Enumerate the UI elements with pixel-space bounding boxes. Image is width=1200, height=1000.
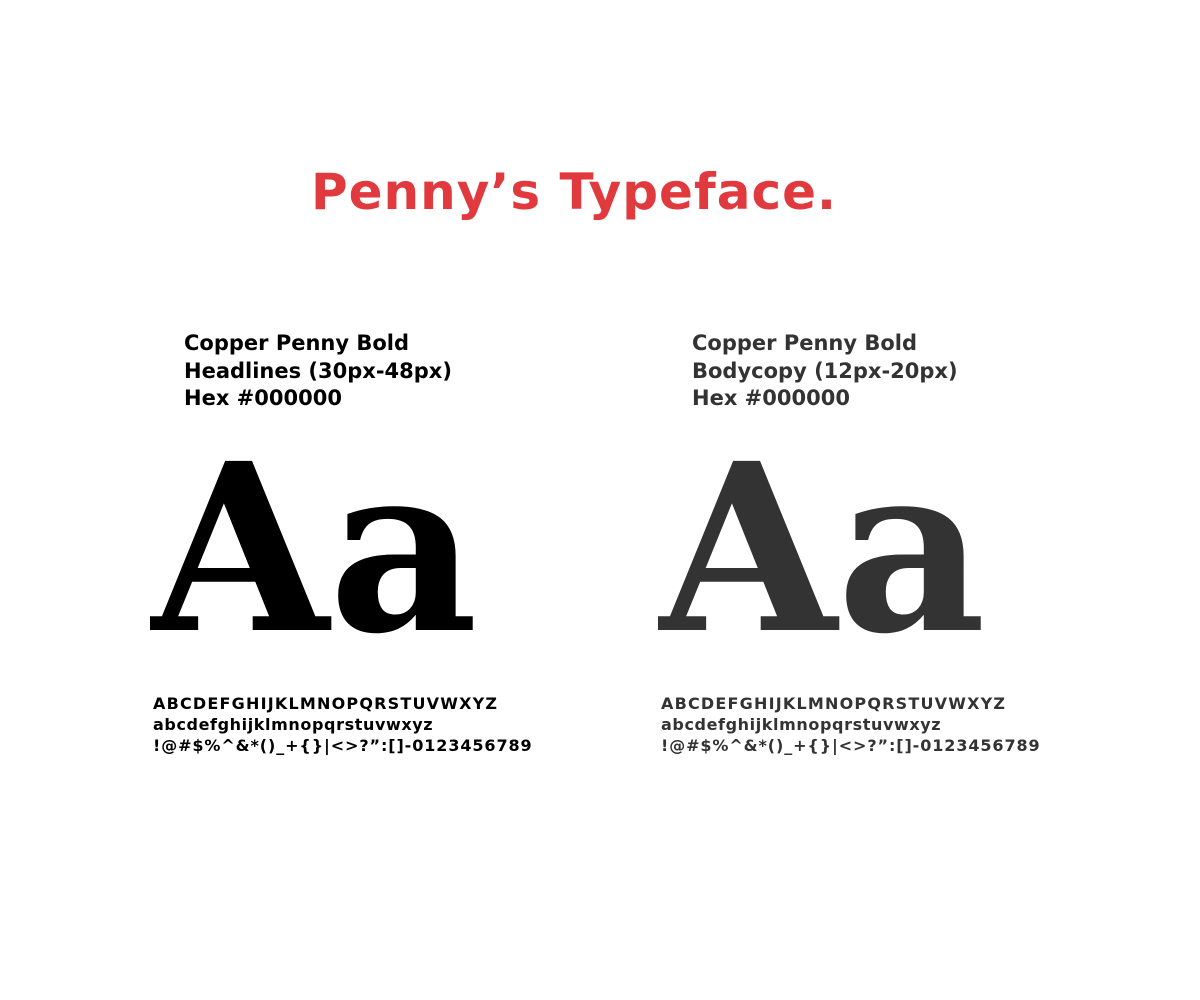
bodycopy-sample-glyphs: Aa bbox=[658, 448, 1058, 648]
sample-aa-text: Aa bbox=[150, 448, 478, 648]
hex-value: Hex #000000 bbox=[184, 386, 342, 410]
headline-sample-glyphs: Aa bbox=[150, 448, 550, 648]
lowercase-row: abcdefghijklmnopqrstuvwxyz bbox=[661, 715, 942, 734]
usage-range: Bodycopy (12px-20px) bbox=[692, 358, 958, 383]
bodycopy-spec: Copper Penny Bold Bodycopy (12px-20px) H… bbox=[692, 330, 1112, 413]
symbols-row: !@#$%^&*()_+{}|<>?”:[]-0123456789 bbox=[661, 736, 1041, 755]
lowercase-row: abcdefghijklmnopqrstuvwxyz bbox=[153, 715, 434, 734]
page-title: Penny’s Typeface. bbox=[310, 163, 837, 221]
headline-character-set: ABCDEFGHIJKLMNOPQRSTUVWXYZ abcdefghijklm… bbox=[153, 693, 593, 756]
sample-aa-text: Aa bbox=[658, 448, 986, 648]
font-name: Copper Penny Bold bbox=[184, 331, 410, 355]
font-name: Copper Penny Bold bbox=[692, 331, 918, 355]
usage-range: Headlines (30px-48px) bbox=[184, 358, 452, 383]
bodycopy-character-set: ABCDEFGHIJKLMNOPQRSTUVWXYZ abcdefghijklm… bbox=[661, 693, 1101, 756]
uppercase-row: ABCDEFGHIJKLMNOPQRSTUVWXYZ bbox=[661, 694, 1007, 713]
headline-spec: Copper Penny Bold Headlines (30px-48px) … bbox=[184, 330, 604, 413]
hex-value: Hex #000000 bbox=[692, 386, 850, 410]
symbols-row: !@#$%^&*()_+{}|<>?”:[]-0123456789 bbox=[153, 736, 533, 755]
uppercase-row: ABCDEFGHIJKLMNOPQRSTUVWXYZ bbox=[153, 694, 499, 713]
